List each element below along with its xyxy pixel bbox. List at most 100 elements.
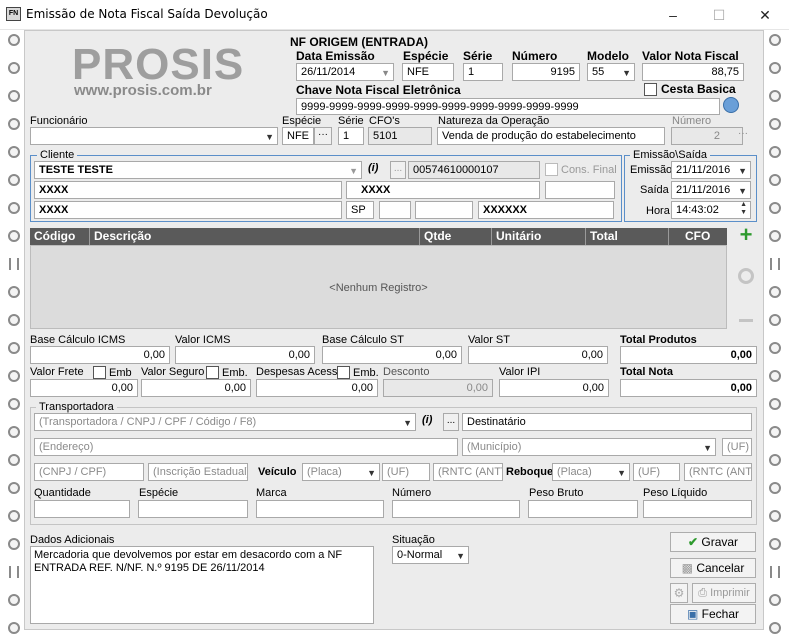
cancelar-button[interactable]: ▩ Cancelar <box>670 558 756 578</box>
volume-especie-field[interactable] <box>138 500 248 518</box>
nota-especie-lookup-button[interactable]: ··· <box>314 127 332 145</box>
cliente-uf-field[interactable]: SP <box>346 201 374 219</box>
chevron-down-icon: ▼ <box>738 186 747 196</box>
cliente-cidade-field[interactable]: XXXX <box>34 201 342 219</box>
desconto-label: Desconto <box>383 366 430 378</box>
chave-field[interactable]: 9999-9999-9999-9999-9999-9999-9999-9999-… <box>296 98 720 115</box>
cliente-endereco-field[interactable]: XXXX <box>34 181 342 199</box>
destinatario-field[interactable]: Destinatário <box>462 413 752 431</box>
binder-clip <box>770 566 780 578</box>
maximize-button[interactable]: ☐ <box>696 0 742 30</box>
binder-ring <box>769 34 781 46</box>
cliente-complemento-field[interactable] <box>545 181 615 199</box>
origem-modelo-select[interactable]: 55 ▼ <box>587 63 635 81</box>
ie-field[interactable]: (Inscrição Estadual) <box>148 463 248 481</box>
nota-serie-field[interactable]: 1 <box>338 127 364 145</box>
cliente-ie-field[interactable]: XXXXXX <box>478 201 614 219</box>
quantidade-field[interactable] <box>34 500 130 518</box>
col-unitario[interactable]: Unitário <box>492 228 586 245</box>
peso-liquido-field[interactable] <box>643 500 752 518</box>
base-st-field[interactable]: 0,00 <box>322 346 462 364</box>
col-total[interactable]: Total <box>586 228 669 245</box>
endereco-field[interactable]: (Endereço) <box>34 438 458 456</box>
municipio-select[interactable]: (Município) ▼ <box>462 438 716 456</box>
despesas-emb-checkbox[interactable] <box>337 366 350 379</box>
nota-especie-field[interactable]: NFE <box>282 127 314 145</box>
cliente-fone-field[interactable] <box>415 201 473 219</box>
nota-numero-field[interactable]: 2 <box>671 127 743 145</box>
settings-icon[interactable]: ⚙ <box>670 583 688 603</box>
dados-adicionais-textarea[interactable]: Mercadoria que devolvemos por estar em d… <box>30 546 374 624</box>
reboque-uf-field[interactable]: (UF) <box>633 463 680 481</box>
col-codigo[interactable]: Código <box>30 228 90 245</box>
veiculo-rntc-field[interactable]: (RNTC (ANTT <box>433 463 503 481</box>
nota-cfos-field[interactable]: 5101 <box>368 127 432 145</box>
frete-field[interactable]: 0,00 <box>30 379 138 397</box>
col-cfo[interactable]: CFO <box>669 228 727 245</box>
veiculo-placa-select[interactable]: (Placa) ▼ <box>302 463 380 481</box>
chevron-down-icon: ▼ <box>367 468 376 478</box>
emissao-date-picker[interactable]: 21/11/2016 ▼ <box>671 161 751 179</box>
cliente-doc-field[interactable]: 00574610000107 <box>408 161 540 179</box>
col-descricao[interactable]: Descrição <box>90 228 420 245</box>
gravar-button[interactable]: ✔ Gravar <box>670 532 756 552</box>
frete-emb-checkbox[interactable] <box>93 366 106 379</box>
situacao-select[interactable]: 0-Normal ▼ <box>392 546 469 564</box>
marca-field[interactable] <box>256 500 384 518</box>
binder-ring <box>8 146 20 158</box>
remove-item-icon[interactable] <box>739 319 753 322</box>
origem-serie-field[interactable]: 1 <box>463 63 503 81</box>
cliente-lookup-button[interactable]: ... <box>390 161 406 179</box>
binder-ring <box>8 398 20 410</box>
transportadora-info-icon[interactable]: (i) <box>422 414 432 426</box>
col-qtde[interactable]: Qtde <box>420 228 492 245</box>
spinner-arrows-icon[interactable]: ▲ ▼ <box>740 202 747 217</box>
dados-adicionais-label: Dados Adicionais <box>30 534 115 546</box>
items-grid-body[interactable]: <Nenhum Registro> <box>30 245 727 329</box>
base-icms-field[interactable]: 0,00 <box>30 346 170 364</box>
chevron-down-icon: ▼ <box>265 132 274 142</box>
transportadora-select[interactable]: (Transportadora / CNPJ / CPF / Código / … <box>34 413 416 431</box>
close-button[interactable]: ✕ <box>742 0 788 30</box>
binder-clip <box>9 566 19 578</box>
binder-ring <box>769 538 781 550</box>
cliente-select[interactable]: TESTE TESTE ▼ <box>34 161 362 179</box>
nota-numero-lookup-button[interactable]: ··· <box>738 128 748 139</box>
seguro-field[interactable]: 0,00 <box>141 379 251 397</box>
despesas-field[interactable]: 0,00 <box>256 379 378 397</box>
cons-final-checkbox[interactable] <box>545 163 558 176</box>
data-emissao-combo[interactable]: 26/11/2014 ▼ <box>296 63 394 81</box>
add-item-icon[interactable]: + <box>737 224 755 246</box>
transportadora-lookup-button[interactable]: ... <box>443 413 459 431</box>
situacao-label: Situação <box>392 534 435 546</box>
search-icon[interactable] <box>723 97 739 113</box>
cesta-basica-checkbox[interactable] <box>644 83 657 96</box>
cliente-info-icon[interactable]: (i) <box>368 162 378 174</box>
cliente-bairro-field[interactable]: XXXX <box>346 181 540 199</box>
imprimir-button[interactable]: ⎙ Imprimir <box>692 583 756 603</box>
refresh-icon[interactable] <box>738 268 754 284</box>
reboque-placa-select[interactable]: (Placa) ▼ <box>552 463 630 481</box>
funcionario-select[interactable]: ▼ <box>30 127 278 145</box>
veiculo-uf-field[interactable]: (UF) <box>382 463 430 481</box>
valor-st-field[interactable]: 0,00 <box>468 346 608 364</box>
saida-date-picker[interactable]: 21/11/2016 ▼ <box>671 181 751 199</box>
fechar-button[interactable]: ▣ Fechar <box>670 604 756 624</box>
cnpj-field[interactable]: (CNPJ / CPF) <box>34 463 144 481</box>
seguro-emb-checkbox[interactable] <box>206 366 219 379</box>
peso-bruto-field[interactable] <box>528 500 638 518</box>
origem-valor-field[interactable]: 88,75 <box>642 63 744 81</box>
nota-especie-label: Espécie <box>282 115 322 127</box>
minimize-button[interactable]: – <box>650 0 696 30</box>
reboque-rntc-field[interactable]: (RNTC (ANTT <box>684 463 752 481</box>
cliente-cep-field[interactable] <box>379 201 411 219</box>
binder-ring <box>769 90 781 102</box>
uf-field[interactable]: (UF) <box>722 438 752 456</box>
origem-numero-field[interactable]: 9195 <box>512 63 580 81</box>
hora-spinner[interactable]: 14:43:02 ▲ ▼ <box>671 201 751 219</box>
volume-numero-field[interactable] <box>392 500 520 518</box>
origem-especie-field[interactable]: NFE <box>402 63 454 81</box>
ipi-field[interactable]: 0,00 <box>499 379 609 397</box>
natureza-field[interactable]: Venda de produção do estabelecimento <box>437 127 665 145</box>
valor-icms-field[interactable]: 0,00 <box>175 346 315 364</box>
